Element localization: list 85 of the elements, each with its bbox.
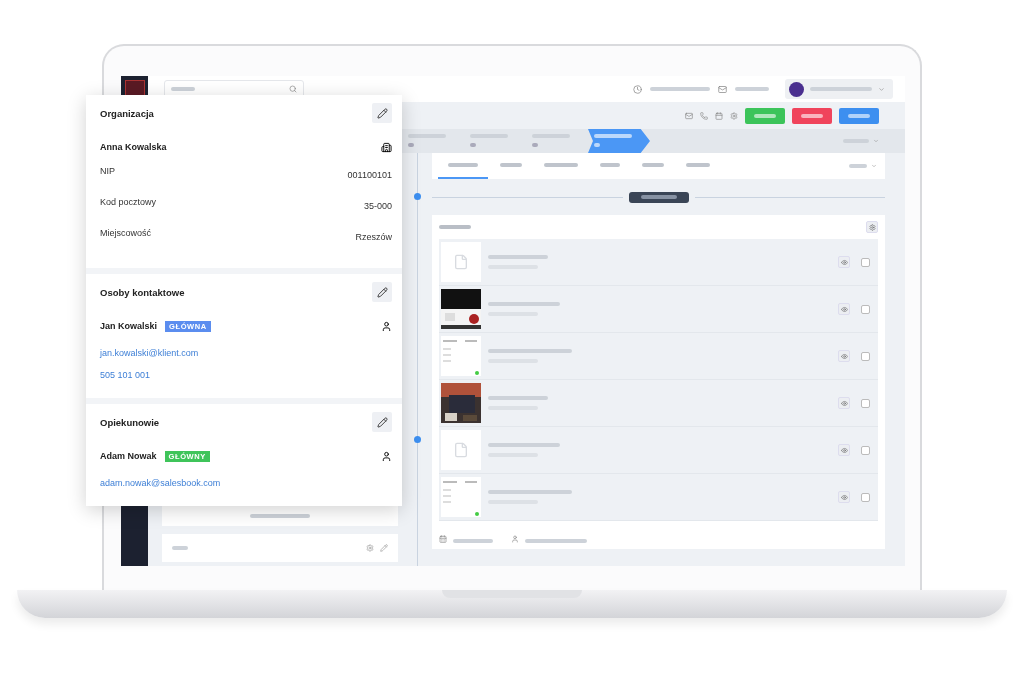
pipeline-stage[interactable]	[588, 129, 650, 153]
section-title: Organizacja	[100, 107, 154, 119]
user-menu[interactable]	[785, 79, 893, 99]
blurred-text	[735, 87, 769, 91]
blurred-text	[439, 225, 471, 229]
eye-icon	[840, 399, 848, 407]
person-icon	[511, 535, 519, 543]
blurred-text	[488, 255, 548, 259]
timeline-dot	[414, 193, 421, 200]
blurred-text	[250, 514, 310, 518]
pencil-icon	[376, 286, 388, 298]
field-value: 001100101	[347, 170, 392, 180]
organization-name: Anna Kowalska	[100, 142, 167, 152]
blurred-text	[488, 443, 560, 447]
field-label: NIP	[100, 166, 115, 176]
file-thumbnail	[441, 242, 481, 282]
section-title: Opiekunowie	[100, 416, 160, 428]
blurred-text	[525, 539, 587, 543]
caret-icon	[878, 85, 885, 93]
settings-icon[interactable]	[730, 111, 738, 120]
timeline-dot	[414, 436, 421, 443]
preview-button[interactable]	[838, 350, 850, 362]
caret-icon[interactable]	[873, 138, 879, 144]
blurred-text	[172, 546, 188, 550]
edit-button[interactable]	[372, 103, 392, 123]
preview-button[interactable]	[838, 256, 850, 268]
clock-icon	[633, 84, 642, 94]
eye-icon	[840, 258, 848, 266]
field-value: Rzeszów	[355, 232, 392, 242]
checkbox[interactable]	[861, 445, 870, 455]
settings-button[interactable]	[866, 221, 878, 233]
file-thumbnail	[441, 430, 481, 470]
blurred-text	[488, 302, 560, 306]
action-button[interactable]	[839, 107, 879, 124]
blurred-text	[849, 164, 867, 168]
caret-icon[interactable]	[871, 163, 877, 169]
edit-button[interactable]	[372, 282, 392, 302]
section-title: Osoby kontaktowe	[100, 286, 185, 298]
person-icon	[381, 320, 392, 332]
search-icon	[289, 85, 297, 93]
blurred-text	[650, 87, 710, 91]
person-icon	[381, 450, 392, 462]
document-thumbnail	[441, 477, 481, 517]
document-thumbnail	[441, 336, 481, 376]
checkbox[interactable]	[861, 398, 870, 408]
checkbox[interactable]	[861, 351, 870, 361]
preview-button[interactable]	[838, 444, 850, 456]
action-button[interactable]	[792, 107, 832, 124]
mail-icon[interactable]	[685, 111, 693, 120]
mail-icon[interactable]	[718, 84, 727, 94]
checkbox[interactable]	[861, 304, 870, 314]
person-name: Adam Nowak	[100, 451, 157, 461]
blurred-text	[453, 539, 493, 543]
user-avatar	[789, 81, 804, 97]
field-label: Kod pocztowy	[100, 197, 157, 207]
calendar-icon[interactable]	[715, 111, 723, 120]
building-icon	[381, 141, 392, 153]
preview-button[interactable]	[838, 491, 850, 503]
settings-icon[interactable]	[366, 544, 374, 552]
file-row[interactable]	[439, 286, 878, 333]
settings-icon	[868, 223, 876, 231]
edit-button[interactable]	[372, 412, 392, 432]
pencil-icon[interactable]	[380, 544, 388, 552]
field-label: Miejscowość	[100, 228, 151, 238]
eye-icon	[840, 493, 848, 501]
contact-link[interactable]: jan.kowalski@klient.com	[100, 342, 392, 364]
preview-button[interactable]	[838, 303, 850, 315]
calendar-icon	[439, 535, 447, 543]
contact-link[interactable]: adam.nowak@salesbook.com	[100, 472, 392, 494]
eye-icon	[840, 352, 848, 360]
checkbox[interactable]	[861, 257, 870, 267]
blurred-text	[488, 396, 548, 400]
preview-button[interactable]	[838, 397, 850, 409]
phone-icon[interactable]	[700, 111, 708, 120]
date-tag	[628, 191, 689, 203]
checkbox[interactable]	[861, 492, 870, 502]
person-name: Jan Kowalski	[100, 321, 158, 331]
file-row[interactable]	[439, 380, 878, 427]
contact-link[interactable]: 505 101 001	[100, 364, 392, 386]
eye-icon	[840, 446, 848, 454]
field-value: 35-000	[363, 201, 392, 211]
pencil-icon	[376, 416, 388, 428]
action-button[interactable]	[745, 107, 785, 124]
pencil-icon	[376, 107, 388, 119]
eye-icon	[840, 305, 848, 313]
